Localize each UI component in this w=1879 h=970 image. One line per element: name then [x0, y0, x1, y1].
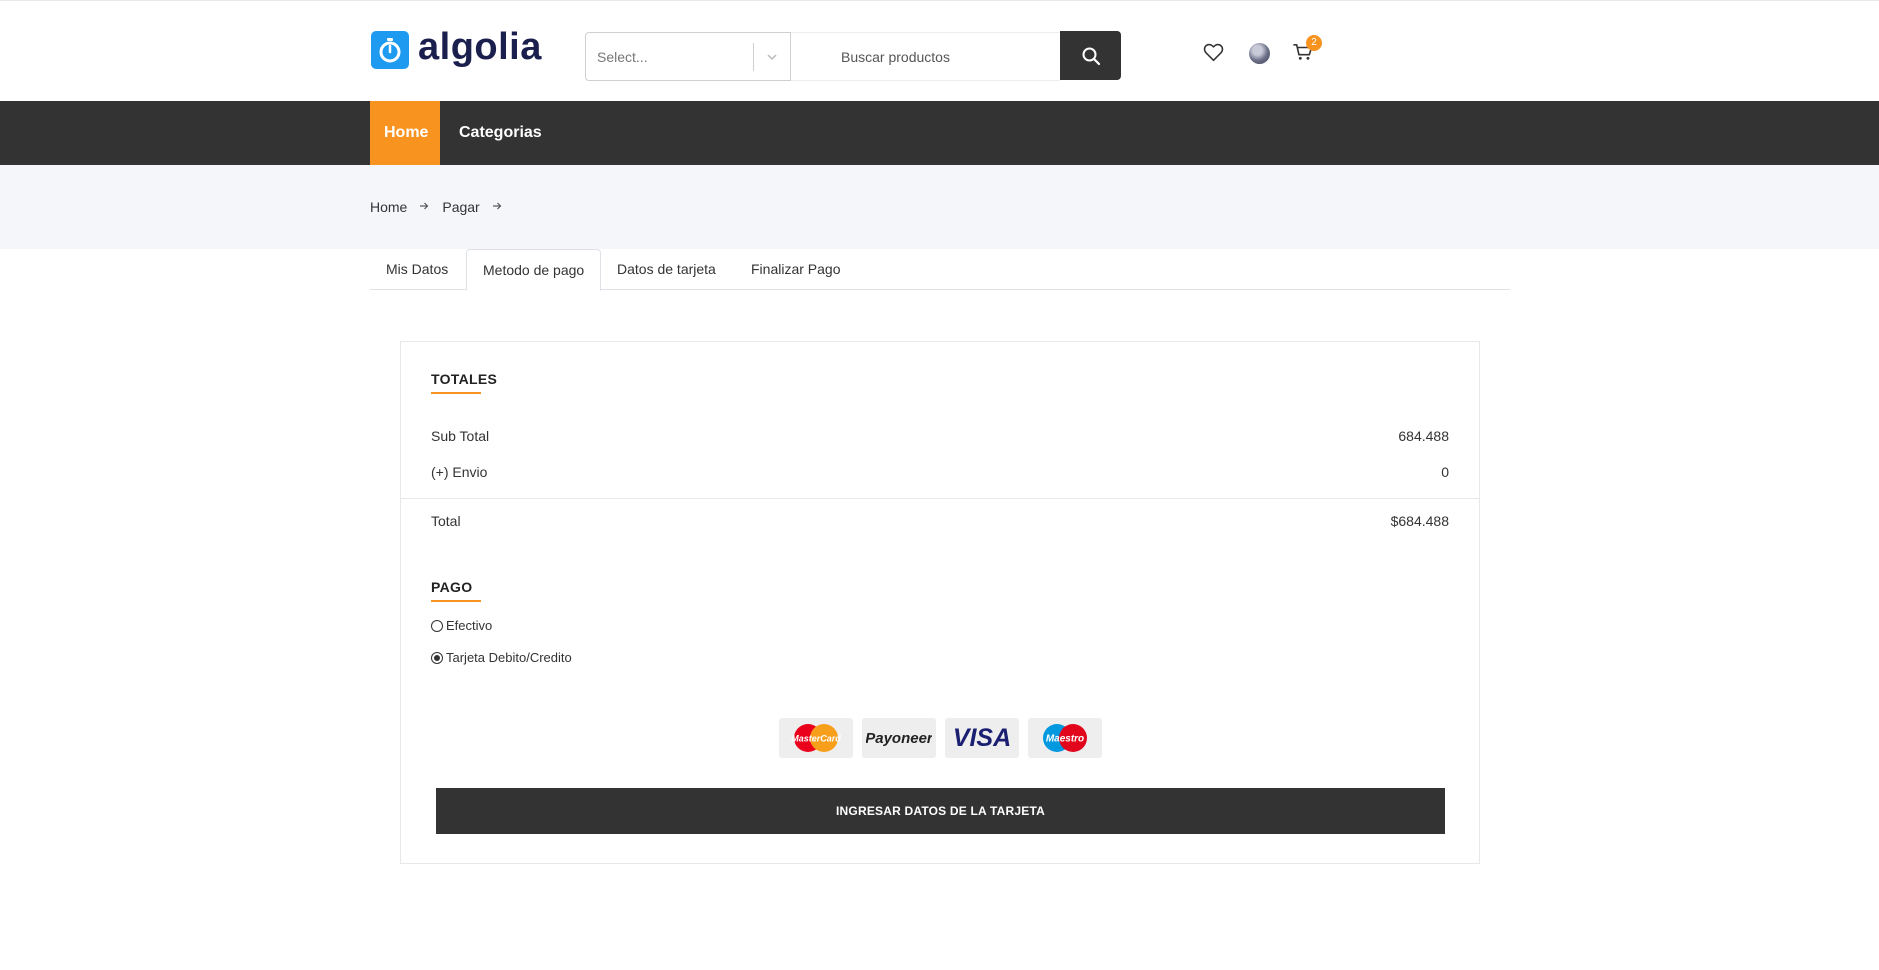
total-row: Total $684.488 — [431, 513, 1449, 529]
shipping-row: (+) Envio 0 — [431, 464, 1449, 480]
payment-title-text: PAGO — [431, 579, 473, 595]
category-select[interactable]: Select... — [585, 32, 791, 81]
maestro-logo-text: Maestro — [1046, 734, 1084, 745]
main-navbar: Home Categorias — [0, 101, 1879, 165]
shipping-value: 0 — [1441, 464, 1449, 480]
chevron-down-icon[interactable] — [766, 50, 778, 68]
breadcrumb-band — [0, 165, 1879, 249]
mastercard-logo-text: MasterCard — [791, 734, 841, 744]
payment-title: PAGO — [431, 579, 481, 602]
stopwatch-icon — [371, 31, 409, 69]
category-select-placeholder: Select... — [597, 49, 648, 65]
tab-mis-datos[interactable]: Mis Datos — [370, 249, 464, 290]
subtotal-value: 684.488 — [1398, 428, 1449, 444]
nav-item-categorias[interactable]: Categorias — [445, 101, 556, 165]
arrow-right-icon — [419, 200, 429, 214]
payment-option-label: Tarjeta Debito/Credito — [446, 650, 572, 665]
enter-card-data-button[interactable]: INGRESAR DATOS DE LA TARJETA — [436, 788, 1445, 834]
radio-tarjeta[interactable] — [431, 651, 443, 664]
visa-logo: VISA — [945, 718, 1019, 758]
tab-metodo-de-pago[interactable]: Metodo de pago — [466, 249, 602, 291]
search-input[interactable] — [791, 33, 1060, 80]
nav-item-home[interactable]: Home — [370, 101, 440, 165]
payment-option-efectivo[interactable]: Efectivo — [431, 618, 492, 633]
title-underline — [431, 392, 481, 394]
mastercard-logo: MasterCard — [779, 718, 853, 758]
totals-title: TOTALES — [431, 371, 498, 394]
avatar[interactable] — [1249, 43, 1270, 64]
total-label: Total — [431, 513, 461, 529]
search-icon — [1082, 47, 1100, 65]
header-top-border — [0, 0, 1879, 1]
breadcrumb-pagar[interactable]: Pagar — [442, 199, 479, 215]
card-logos: MasterCard Payoneer VISA Maestro — [779, 718, 1111, 758]
payment-option-label: Efectivo — [446, 618, 493, 633]
search-button[interactable] — [1060, 31, 1121, 80]
brand-name: algolia — [418, 26, 542, 68]
brand-logo[interactable]: algolia — [371, 26, 542, 69]
search-field[interactable] — [791, 32, 1060, 81]
checkout-card: TOTALES Sub Total 684.488 (+) Envio 0 To… — [400, 341, 1480, 864]
subtotal-row: Sub Total 684.488 — [431, 428, 1449, 444]
breadcrumb-home[interactable]: Home — [370, 199, 407, 215]
visa-logo-text: VISA — [953, 724, 1011, 752]
total-value: $684.488 — [1390, 513, 1449, 529]
select-separator — [753, 43, 754, 71]
checkout-tabs: Mis Datos Metodo de pago Datos de tarjet… — [370, 249, 1510, 291]
shipping-label: (+) Envio — [431, 464, 488, 480]
payoneer-logo: Payoneer — [862, 718, 936, 758]
maestro-logo: Maestro — [1028, 718, 1102, 758]
payoneer-logo-text: Payoneer — [866, 730, 932, 747]
wishlist-heart-icon[interactable] — [1203, 43, 1224, 67]
totals-divider — [401, 498, 1479, 499]
breadcrumb: Home Pagar — [370, 199, 515, 215]
payment-option-tarjeta[interactable]: Tarjeta Debito/Credito — [431, 650, 572, 665]
radio-efectivo[interactable] — [431, 619, 443, 632]
title-underline — [431, 600, 481, 602]
totals-title-text: TOTALES — [431, 371, 498, 387]
arrow-right-icon — [492, 200, 502, 214]
tab-finalizar-pago[interactable]: Finalizar Pago — [735, 249, 857, 290]
subtotal-label: Sub Total — [431, 428, 490, 444]
cart-count-badge: 2 — [1306, 35, 1322, 51]
tab-datos-de-tarjeta[interactable]: Datos de tarjeta — [601, 249, 732, 290]
